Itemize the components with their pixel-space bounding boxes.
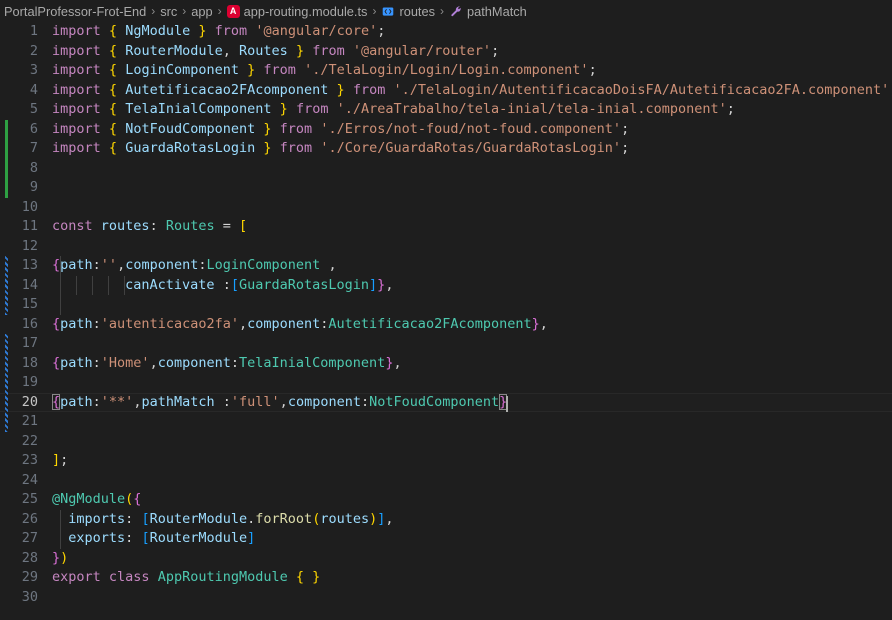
code-line[interactable]: 17 [0, 334, 892, 354]
breadcrumb-label: pathMatch [467, 3, 527, 19]
code-line[interactable]: 24 [0, 471, 892, 491]
code-line[interactable]: 1 import { NgModule } from '@angular/cor… [0, 22, 892, 42]
line-number: 2 [29, 42, 38, 59]
line-number: 11 [21, 218, 38, 234]
breadcrumb-item-src[interactable]: src [158, 4, 179, 19]
code-line[interactable]: 5 import { TelaInialComponent } from './… [0, 100, 892, 120]
line-number: 5 [29, 101, 38, 117]
line-content: import { RouterModule, Routes } from '@a… [52, 42, 500, 59]
code-line[interactable]: 26 imports: [RouterModule.forRoot(routes… [0, 510, 892, 530]
breadcrumb-item-file[interactable]: A app-routing.module.ts [225, 4, 370, 19]
code-lines: 1 import { NgModule } from '@angular/cor… [0, 22, 892, 607]
code-line[interactable]: 12 [0, 237, 892, 257]
code-line[interactable]: 16 {path:'autenticacao2fa',component:Aut… [0, 315, 892, 335]
code-line[interactable]: 27 exports: [RouterModule] [0, 529, 892, 549]
code-line[interactable]: 28 }) [0, 549, 892, 569]
code-line[interactable]: 10 [0, 198, 892, 218]
code-line[interactable]: 7 import { GuardaRotasLogin } from './Co… [0, 139, 892, 159]
line-content: export class AppRoutingModule { } [52, 569, 321, 585]
line-content: import { NotFoudComponent } from './Erro… [52, 120, 630, 137]
line-content: imports: [RouterModule.forRoot(routes)], [68, 510, 394, 527]
line-content: canActivate :[GuardaRotasLogin]}, [125, 276, 394, 293]
git-gutter-added [5, 119, 8, 198]
breadcrumb-separator: › [217, 4, 222, 18]
code-line[interactable]: 15 [0, 295, 892, 315]
code-line[interactable]: 21 [0, 412, 892, 432]
line-content: {path:'autenticacao2fa',component:Auteti… [52, 315, 548, 332]
code-line[interactable]: 14 canActivate :[GuardaRotasLogin]}, [0, 276, 892, 296]
line-content: {path:'',component:LoginComponent , [52, 257, 337, 273]
breadcrumb-separator: › [151, 4, 156, 18]
line-content: import { LoginComponent } from './TelaLo… [52, 62, 597, 78]
code-line[interactable]: 22 [0, 432, 892, 452]
line-content: exports: [RouterModule] [68, 530, 256, 546]
code-line[interactable]: 8 [0, 159, 892, 179]
line-number: 4 [29, 81, 38, 98]
breadcrumb-item-project[interactable]: PortalProfessor-Frot-End [2, 4, 148, 19]
code-line[interactable]: 18 {path:'Home',component:TelaInialCompo… [0, 354, 892, 374]
breadcrumb-item-symbol-pathmatch[interactable]: pathMatch [447, 4, 529, 19]
line-number: 23 [21, 452, 38, 468]
angular-file-icon: A [226, 4, 240, 18]
code-line[interactable]: 4 import { Autetificacao2FAcomponent } f… [0, 81, 892, 101]
line-number: 3 [29, 62, 38, 78]
code-line[interactable]: 13 {path:'',component:LoginComponent , [0, 256, 892, 276]
breadcrumb-separator: › [440, 4, 445, 18]
line-content: {path:'Home',component:TelaInialComponen… [52, 354, 402, 371]
code-line[interactable]: 11 const routes: Routes = [ [0, 217, 892, 237]
line-content: {path:'**',pathMatch :'full',component:N… [52, 393, 509, 412]
code-editor[interactable]: 1 import { NgModule } from '@angular/cor… [0, 22, 892, 620]
code-line[interactable]: 9 [0, 178, 892, 198]
line-content: import { Autetificacao2FAcomponent } fro… [52, 81, 892, 98]
code-line[interactable]: 2 import { RouterModule, Routes } from '… [0, 42, 892, 62]
breadcrumb-separator: › [372, 4, 377, 18]
text-cursor [506, 395, 509, 412]
git-gutter-modified [5, 256, 8, 315]
line-number: 10 [21, 198, 38, 215]
code-line-active[interactable]: 20 {path:'**',pathMatch :'full',componen… [0, 392, 892, 413]
line-content: import { TelaInialComponent } from './Ar… [52, 101, 735, 117]
property-wrench-icon [449, 5, 463, 18]
line-content: @NgModule({ [52, 491, 142, 507]
breadcrumb-item-app[interactable]: app [189, 4, 214, 19]
line-content: }) [52, 549, 69, 566]
line-number: 28 [21, 549, 38, 566]
breadcrumb-item-symbol-routes[interactable]: routes [379, 4, 437, 19]
line-content: ]; [52, 452, 69, 468]
line-number: 26 [21, 510, 38, 527]
line-number: 22 [21, 432, 38, 449]
code-line[interactable]: 25 @NgModule({ [0, 490, 892, 510]
line-number: 30 [21, 588, 38, 605]
code-line[interactable]: 23 ]; [0, 451, 892, 471]
git-gutter-modified [5, 334, 8, 432]
breadcrumb-label: app-routing.module.ts [243, 3, 368, 19]
breadcrumb-separator: › [182, 4, 187, 18]
line-number: 29 [21, 569, 38, 585]
line-content: const routes: Routes = [ [52, 218, 248, 234]
breadcrumb-label: PortalProfessor-Frot-End [4, 3, 147, 19]
breadcrumb: PortalProfessor-Frot-End › src › app › A… [0, 0, 892, 22]
line-number: 12 [21, 237, 38, 254]
line-number: 24 [21, 471, 38, 488]
line-number: 25 [21, 491, 38, 507]
breadcrumb-label: app [191, 3, 213, 19]
code-line[interactable]: 30 [0, 588, 892, 608]
bracket-match-open: { [52, 393, 61, 410]
line-number: 16 [21, 315, 38, 332]
line-content: import { GuardaRotasLogin } from './Core… [52, 140, 630, 156]
variable-symbol-icon [381, 5, 395, 18]
breadcrumb-label: src [160, 3, 178, 19]
line-number: 27 [21, 530, 38, 546]
code-line[interactable]: 3 import { LoginComponent } from './Tela… [0, 61, 892, 81]
breadcrumb-label: routes [399, 3, 436, 19]
line-content: import { NgModule } from '@angular/core'… [52, 23, 386, 39]
line-number: 1 [29, 23, 38, 39]
code-line[interactable]: 19 [0, 373, 892, 393]
code-line[interactable]: 6 import { NotFoudComponent } from './Er… [0, 120, 892, 140]
code-line[interactable]: 29 export class AppRoutingModule { } [0, 568, 892, 588]
